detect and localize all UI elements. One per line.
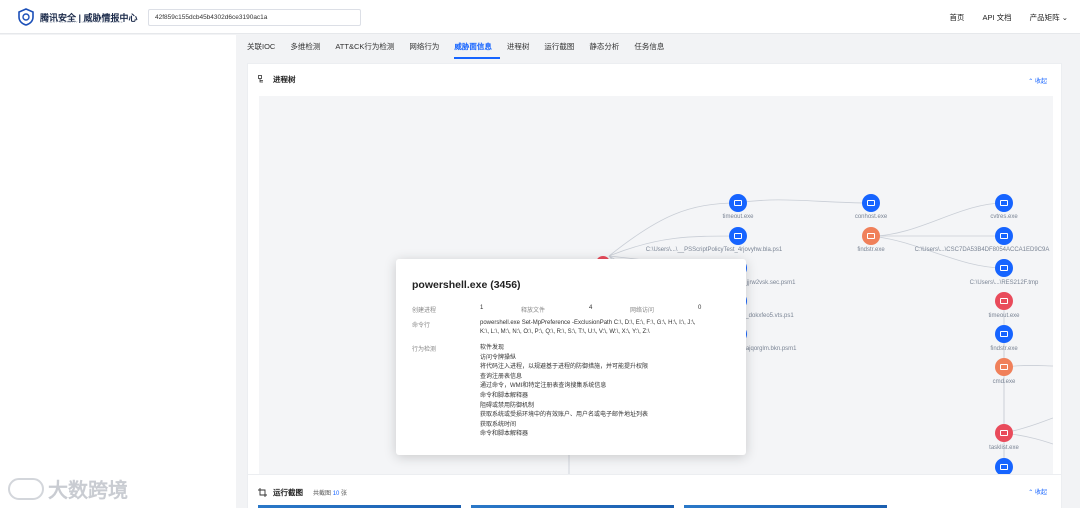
screenshots-header: 运行截图 共截图 10 张 [258, 487, 347, 498]
process-node-timeout-2[interactable] [995, 292, 1013, 310]
create-process-value: 1 [480, 305, 484, 311]
behavior-item: 命令和脚本解释器 [480, 431, 529, 438]
tab-process-tree[interactable]: 进程树 [507, 35, 538, 59]
create-process-label: 创建进程 [412, 308, 437, 314]
process-tree-collapse[interactable]: ⌃ 收起 [1028, 76, 1047, 85]
logo[interactable]: 腾讯安全 | 威胁情报中心 TENCENT SECURITY THREAT IN… [18, 8, 138, 26]
node-label: findstr.exe [857, 247, 885, 253]
node-label: C:\Users\...\__PSScriptPolicyTest_4rjovy… [645, 247, 783, 253]
network-access-value: 0 [698, 305, 702, 311]
behavior-item: 将代码注入进程，以规避基于进程的防御措施，并可能提升权限 [480, 364, 649, 371]
node-label: timeout.exe [988, 313, 1020, 319]
window-icon [867, 200, 875, 206]
window-icon [734, 200, 742, 206]
behavior-item: 获取系统时间 [480, 421, 517, 428]
node-label: cvtres.exe [990, 214, 1018, 220]
top-nav: 首页 API 文档 产品矩阵 ⌄ [949, 12, 1068, 23]
tab-threat-surface[interactable]: 威胁面信息 [454, 35, 500, 59]
process-detail-popup: powershell.exe (3456) 创建进程 1 释放文件 4 网络访问… [396, 259, 746, 455]
behavior-item: 命令和脚本解释器 [480, 392, 529, 399]
tab-attack-behavior[interactable]: ATT&CK行为检测 [335, 35, 402, 59]
release-file-label: 释放文件 [521, 308, 546, 314]
nav-home[interactable]: 首页 [949, 12, 964, 23]
process-node-timeout[interactable] [729, 194, 747, 212]
tab-static-analysis[interactable]: 静态分析 [589, 35, 627, 59]
behavior-label: 行为检测 [412, 347, 437, 353]
window-icon [1000, 464, 1008, 470]
behavior-item: 查询注册表信息 [480, 373, 523, 380]
process-tree-header: 进程树 [258, 74, 296, 85]
watermark-logo-icon [8, 477, 44, 500]
chevron-up-icon: ⌃ [1028, 79, 1034, 85]
tab-task-info[interactable]: 任务信息 [634, 35, 672, 59]
tree-icon [258, 75, 263, 83]
screenshots-collapse[interactable]: ⌃ 收起 [1028, 487, 1047, 496]
window-icon [1000, 200, 1008, 206]
behavior-item: 获取系统或受损环境中的有效账户、用户名或电子邮件地址列表 [480, 412, 649, 419]
window-icon [1000, 298, 1008, 304]
node-label: findstr.exe [990, 346, 1018, 352]
watermark: 大数跨境 [8, 474, 128, 503]
sidebar [0, 35, 236, 508]
network-access-label: 网络访问 [630, 308, 655, 314]
process-tree-title: 进程树 [273, 75, 296, 84]
command-line-label: 命令行 [412, 323, 431, 329]
behavior-item: 软件发现 [480, 345, 505, 351]
tab-related-ioc[interactable]: 关联IOC [247, 35, 283, 59]
chevron-up-icon: ⌃ [1028, 490, 1034, 496]
tab-multi-detection[interactable]: 多维检测 [290, 35, 328, 59]
window-icon [1000, 364, 1008, 370]
command-line-value-2: K:\, L:\, M:\, N:\, O:\, P:\, Q:\, R:\, … [480, 329, 650, 335]
process-node-cvtres[interactable] [995, 194, 1013, 212]
window-icon [734, 233, 742, 239]
behavior-item: 通过命令，WMI和特定注册表查询搜集系统信息 [480, 383, 607, 390]
release-file-value: 4 [589, 305, 593, 311]
tab-screenshots[interactable]: 运行截图 [544, 35, 582, 59]
behavior-list: 软件发现 访问令牌操纵 将代码注入进程，以规避基于进程的防御措施，并可能提升权限… [480, 344, 648, 440]
window-icon [867, 233, 875, 239]
window-icon [1000, 265, 1008, 271]
search-input[interactable] [148, 9, 361, 26]
nav-products[interactable]: 产品矩阵 ⌄ [1030, 12, 1068, 23]
brand-subtitle: TENCENT SECURITY THREAT INTELLIGENCE [40, 20, 124, 24]
command-line-value-1: powershell.exe Set-MpPreference -Exclusi… [480, 320, 696, 326]
popup-title: powershell.exe (3456) [412, 279, 521, 291]
tab-network-behavior[interactable]: 网络行为 [409, 35, 447, 59]
process-node-cmd[interactable] [995, 358, 1013, 376]
window-icon [1000, 430, 1008, 436]
behavior-item: 阻碍或禁用防御机制 [480, 402, 535, 409]
node-label: conhost.exe [854, 214, 888, 220]
window-icon [1000, 233, 1008, 239]
tab-bar: 关联IOC 多维检测 ATT&CK行为检测 网络行为 威胁面信息 进程树 运行截… [236, 35, 1080, 59]
nav-api-docs[interactable]: API 文档 [982, 12, 1011, 23]
screenshots-card: 运行截图 共截图 10 张 ⌃ 收起 [247, 474, 1062, 508]
file-node-ps1[interactable] [729, 227, 747, 245]
node-label: cmd.exe [992, 379, 1016, 385]
behavior-item: 访问令牌操纵 [480, 354, 517, 361]
node-label: tasklist.exe [989, 445, 1019, 451]
top-bar: 腾讯安全 | 威胁情报中心 TENCENT SECURITY THREAT IN… [0, 0, 1080, 34]
crop-icon [258, 488, 267, 497]
screenshots-title: 运行截图 [273, 488, 303, 497]
node-label: C:\Users\...\RES212F.tmp [969, 280, 1039, 286]
shield-logo-icon [18, 8, 34, 26]
node-label: C:\Users\...\CSC7DA53B4DF8054ACCA1ED9C9A [914, 247, 1050, 253]
process-node-findstr[interactable] [862, 227, 880, 245]
node-label: timeout.exe [722, 214, 754, 220]
file-node-csc[interactable] [995, 227, 1013, 245]
process-node-findstr-2[interactable] [995, 325, 1013, 343]
process-node-tasklist[interactable] [995, 424, 1013, 442]
process-node-conhost[interactable] [862, 194, 880, 212]
window-icon [1000, 331, 1008, 337]
file-node-res-tmp[interactable] [995, 259, 1013, 277]
screenshot-count: 共截图 10 张 [313, 491, 348, 497]
